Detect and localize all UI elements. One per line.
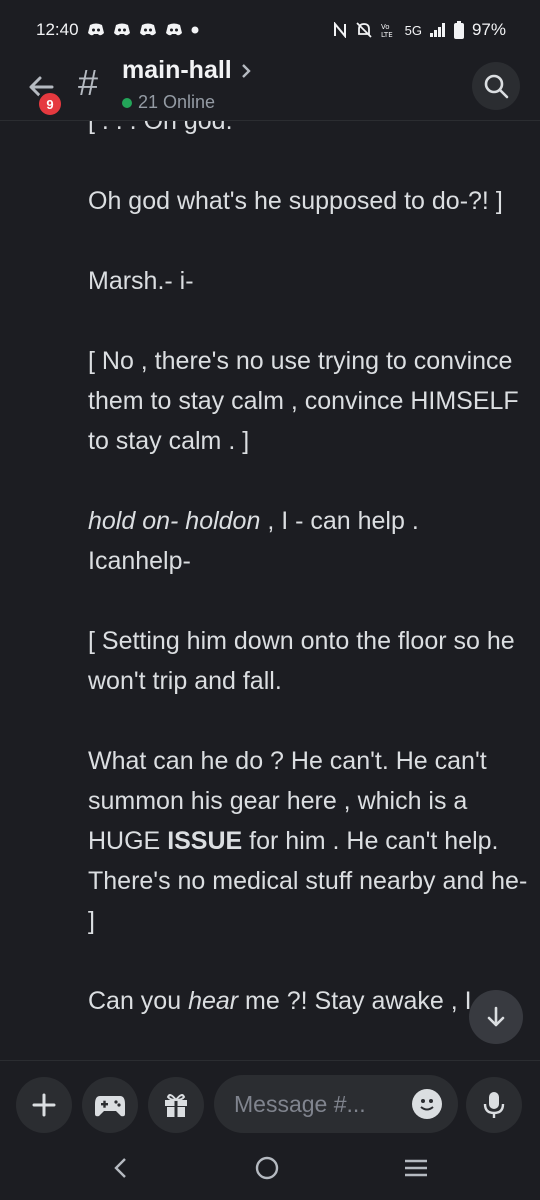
message-paragraph: Marsh.- i- [88,267,194,295]
online-status: 21 Online [122,92,215,113]
more-notifications-dot-icon [191,26,199,34]
message-paragraph: Can you hear me ?! Stay awake , I [88,987,472,1015]
activities-button[interactable] [82,1077,138,1133]
microphone-icon [483,1092,505,1118]
discord-notification-icon [87,23,105,37]
unread-badge: 9 [36,90,64,118]
online-dot-icon [122,97,132,108]
nfc-icon [333,22,347,38]
message-paragraph: [ No , there's no use trying to convince… [88,347,519,455]
nav-recents-button[interactable] [403,1157,429,1184]
volte-icon: Vo LTE [381,22,397,38]
channel-title[interactable]: main-hall [122,56,252,85]
search-button[interactable] [472,62,520,110]
emoji-button[interactable] [412,1089,442,1119]
attach-button[interactable] [16,1077,72,1133]
message-composer: Message #... [0,1060,540,1151]
voice-message-button[interactable] [466,1077,522,1133]
text-channel-icon: # [78,62,99,103]
message-paragraph: [ . . . Oh god. [88,121,233,135]
mute-bell-icon [355,21,373,39]
search-icon [484,74,509,99]
signal-icon [429,23,446,37]
battery-icon [453,21,464,39]
discord-notification-icon [165,23,183,37]
message-paragraph: hold on- holdon , I - can help . Icanhel… [88,507,419,575]
battery-level: 97% [471,20,506,39]
system-nav-bar [0,1140,540,1200]
message-paragraph: [ Setting him down onto the floor so he … [88,627,515,695]
smiley-icon [420,1099,434,1111]
home-circle-icon [255,1156,279,1179]
discord-notification-icon [139,23,157,37]
arrow-down-icon [487,1006,505,1027]
svg-text:Vo: Vo [381,23,390,31]
game-controller-icon [95,1096,125,1117]
plus-icon [32,1093,56,1117]
nav-home-button[interactable] [254,1155,280,1186]
jump-to-present-button[interactable] [469,990,523,1044]
discord-notification-icon [113,23,131,37]
gift-icon [165,1094,187,1117]
network-type: 5G [404,22,422,38]
svg-text:LTE: LTE [381,31,393,38]
clock: 12:40 [36,20,79,39]
message-placeholder: Message #... [234,1090,366,1117]
message-paragraph: Oh god what's he supposed to do-?! ] [88,187,503,215]
chevron-left-icon [114,1157,127,1178]
gift-button[interactable] [148,1077,204,1133]
channel-header: 9 # main-hall 21 Online [0,50,540,121]
message-list[interactable]: [ . . . Oh god. Oh god what's he supposed… [88,121,528,1061]
menu-lines-icon [404,1159,427,1176]
chevron-right-icon [241,63,251,78]
message-paragraph: What can he do ? He can't. He can't summ… [88,747,528,935]
channel-name: main-hall [122,56,232,84]
nav-back-button[interactable] [111,1156,131,1185]
message-content: [ . . . Oh god. Oh god what's he supposed… [88,121,528,1061]
status-right: Vo LTE 5G 97% [333,20,506,40]
status-left: 12:40 [36,20,199,40]
online-count: 21 Online [138,92,216,112]
